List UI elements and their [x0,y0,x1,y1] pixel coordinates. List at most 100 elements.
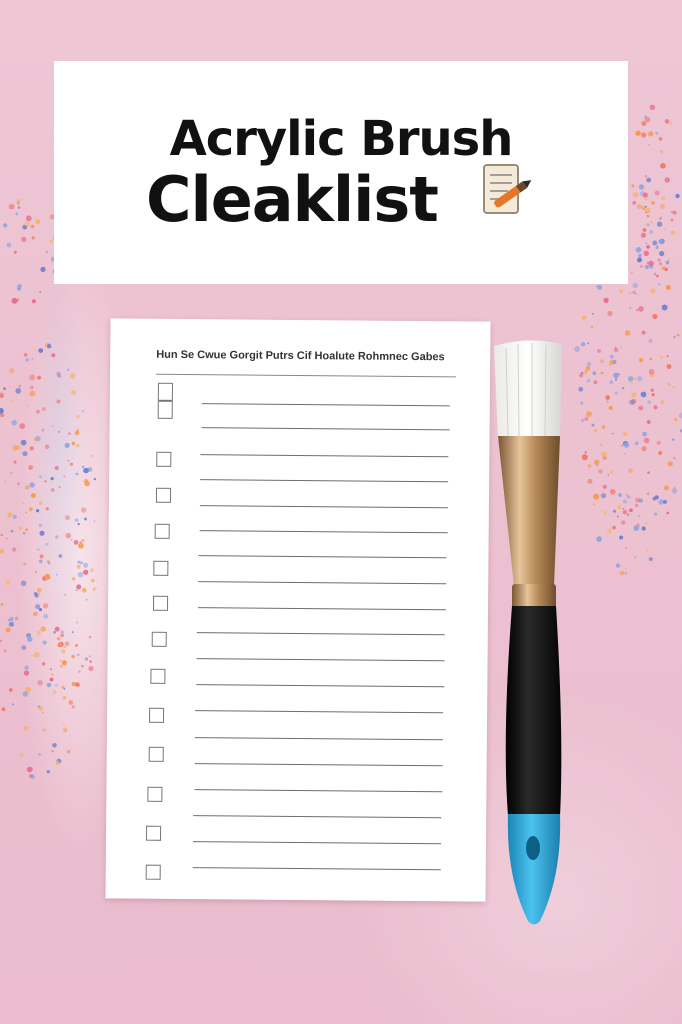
checkbox[interactable] [155,487,171,503]
checkbox[interactable] [151,631,167,647]
paint-speck [12,514,17,520]
paint-speck [652,240,658,246]
paint-speck [648,260,654,267]
paint-speck [642,192,648,198]
paint-speck [645,242,648,245]
paint-speck [79,561,84,565]
paint-speck [585,365,591,371]
paint-speck [634,503,639,508]
paint-speck [17,206,21,209]
paint-speck [10,529,14,533]
paint-speck [48,628,51,631]
paint-speck [580,401,584,405]
paint-speck [38,608,43,612]
paint-speck [612,432,614,435]
paint-speck [634,441,639,446]
checkbox[interactable] [146,825,162,841]
paint-speck [40,626,46,632]
checklist-line [193,815,442,819]
paint-speck [631,392,637,398]
paint-speck [581,315,587,321]
paint-speck [59,659,62,662]
paint-speck [31,493,36,498]
paint-speck [38,348,44,353]
paint-speck [1,707,6,712]
paint-speck [671,438,674,441]
paint-speck [83,569,89,575]
paint-speck [630,388,632,390]
paint-speck [663,485,670,491]
paint-speck [21,645,27,650]
paint-speck [46,682,52,688]
title-line2: Cleaklist [146,163,439,236]
paint-speck [641,330,646,335]
paint-speck [607,310,613,317]
checkbox[interactable] [157,382,173,419]
checklist-line [200,454,449,458]
paint-speck [673,456,676,460]
checklist-line [197,632,446,636]
checkbox[interactable] [154,523,170,539]
checkbox[interactable] [152,595,168,611]
paint-speck [21,236,27,242]
paint-speck [649,104,656,111]
checkbox[interactable] [156,451,172,467]
paint-speck [69,373,76,379]
paint-speck [592,313,594,315]
paint-speck [24,485,30,490]
paint-speck [641,526,646,531]
paint-speck [34,437,38,441]
paint-speck [12,703,15,706]
paint-speck [601,425,606,429]
checkbox[interactable] [150,668,166,684]
paint-speck [647,400,651,405]
checkbox[interactable] [145,864,161,880]
checkbox[interactable] [153,560,169,576]
paint-speck [586,361,592,367]
paint-speck [638,358,644,363]
paint-speck [646,492,650,496]
checkbox[interactable] [148,746,164,762]
paint-speck [668,257,671,260]
paint-speck [55,535,59,539]
paint-speck [675,193,680,199]
paint-speck [22,691,29,697]
checkbox[interactable] [149,707,165,723]
paint-speck [39,501,43,505]
paint-speck [31,654,34,657]
paint-speck [596,536,602,542]
checklist-line [199,505,448,509]
paint-speck [0,407,4,414]
checkbox[interactable] [147,786,163,802]
paint-speck [58,486,61,489]
paint-speck [25,358,29,362]
paint-speck [654,190,660,196]
paint-speck [33,611,39,616]
paint-speck [77,571,84,578]
paint-speck [29,390,36,397]
paint-speck [660,400,665,405]
paint-speck [81,410,84,413]
title-card: Acrylic Brush Cleaklist [54,61,628,284]
paint-speck [30,774,35,779]
paint-speck [626,513,630,516]
paint-speck [587,464,592,468]
paint-speck [633,192,639,198]
paint-speck [621,444,623,447]
paint-speck [88,655,91,658]
paint-speck [64,641,70,647]
paint-speck [29,374,36,381]
paint-speck [638,514,641,517]
paint-speck [38,523,42,528]
paint-speck [84,480,90,487]
paint-speck [60,630,64,634]
paint-speck [23,726,29,731]
paint-speck [81,665,84,668]
paint-speck [74,430,80,436]
paint-speck [66,749,71,754]
paint-speck [658,450,663,456]
paint-speck [70,389,76,396]
paint-speck [26,766,33,773]
paint-speck [602,484,607,489]
paint-speck [41,407,46,411]
